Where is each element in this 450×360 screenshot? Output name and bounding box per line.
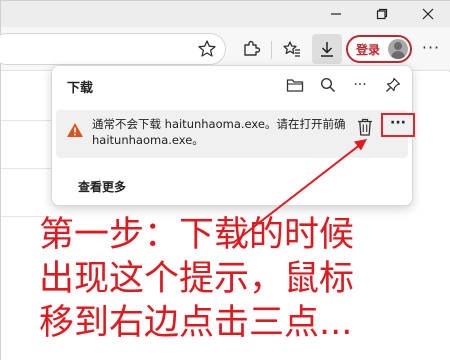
title-bar — [1, 1, 450, 27]
login-button[interactable]: 登录 — [346, 35, 412, 63]
annotation-line-3: 移到右边点击三点... — [39, 303, 353, 343]
trash-icon[interactable] — [356, 117, 374, 137]
download-icon — [321, 42, 333, 57]
profile-avatar — [388, 39, 408, 59]
download-filename: haitunhaoma.exe。 — [92, 133, 204, 147]
download-warning-text: 通常不会下载 haitunhaoma.exe。请在打开前确 — [92, 117, 346, 131]
page-divider — [1, 120, 51, 121]
login-label: 登录 — [356, 42, 381, 57]
more-icon[interactable]: ··· — [420, 37, 442, 61]
minimize-icon — [331, 13, 341, 15]
address-bar[interactable] — [0, 33, 226, 65]
search-icon — [320, 77, 336, 93]
downloads-panel: 下载 ··· 通常不会下载 haitunhaoma.exe。请在打开前确 hai… — [51, 65, 415, 206]
favorites-icon — [283, 41, 300, 57]
close-button[interactable] — [405, 1, 450, 27]
annotation-line-2: 出现这个提示，鼠标 — [39, 259, 355, 299]
favorite-star-button[interactable] — [195, 37, 219, 61]
panel-title: 下载 — [67, 81, 94, 96]
panel-more-button[interactable]: ··· — [349, 74, 371, 96]
page-divider — [1, 168, 51, 169]
maximize-icon — [376, 8, 388, 20]
minimize-button[interactable] — [313, 1, 359, 27]
extensions-button[interactable] — [239, 37, 263, 61]
close-icon — [422, 8, 434, 20]
favorite-star-icon — [198, 40, 216, 57]
browser-window: 登录 ··· 下载 ··· 通常不会下载 haitunhaoma.exe。请在打… — [0, 0, 450, 360]
extensions-icon — [244, 40, 261, 56]
see-more-link[interactable]: 查看更多 — [78, 178, 126, 195]
pin-button[interactable] — [382, 74, 404, 96]
annotation-line-1: 第一步：下载的时候 — [39, 215, 355, 255]
downloads-button[interactable] — [312, 34, 342, 64]
warning-icon — [67, 123, 83, 137]
maximize-button[interactable] — [359, 1, 405, 27]
search-downloads-button[interactable] — [317, 74, 339, 96]
more-icon: ··· — [353, 77, 367, 93]
download-item[interactable]: 通常不会下载 haitunhaoma.exe。请在打开前确 haitunhaom… — [56, 110, 415, 158]
open-folder-button[interactable] — [284, 74, 306, 96]
download-item-more-button[interactable]: ··· — [381, 113, 415, 137]
toolbar-separator — [271, 41, 272, 59]
favorites-button[interactable] — [280, 37, 304, 61]
folder-icon — [286, 79, 304, 92]
pin-icon — [386, 77, 401, 92]
